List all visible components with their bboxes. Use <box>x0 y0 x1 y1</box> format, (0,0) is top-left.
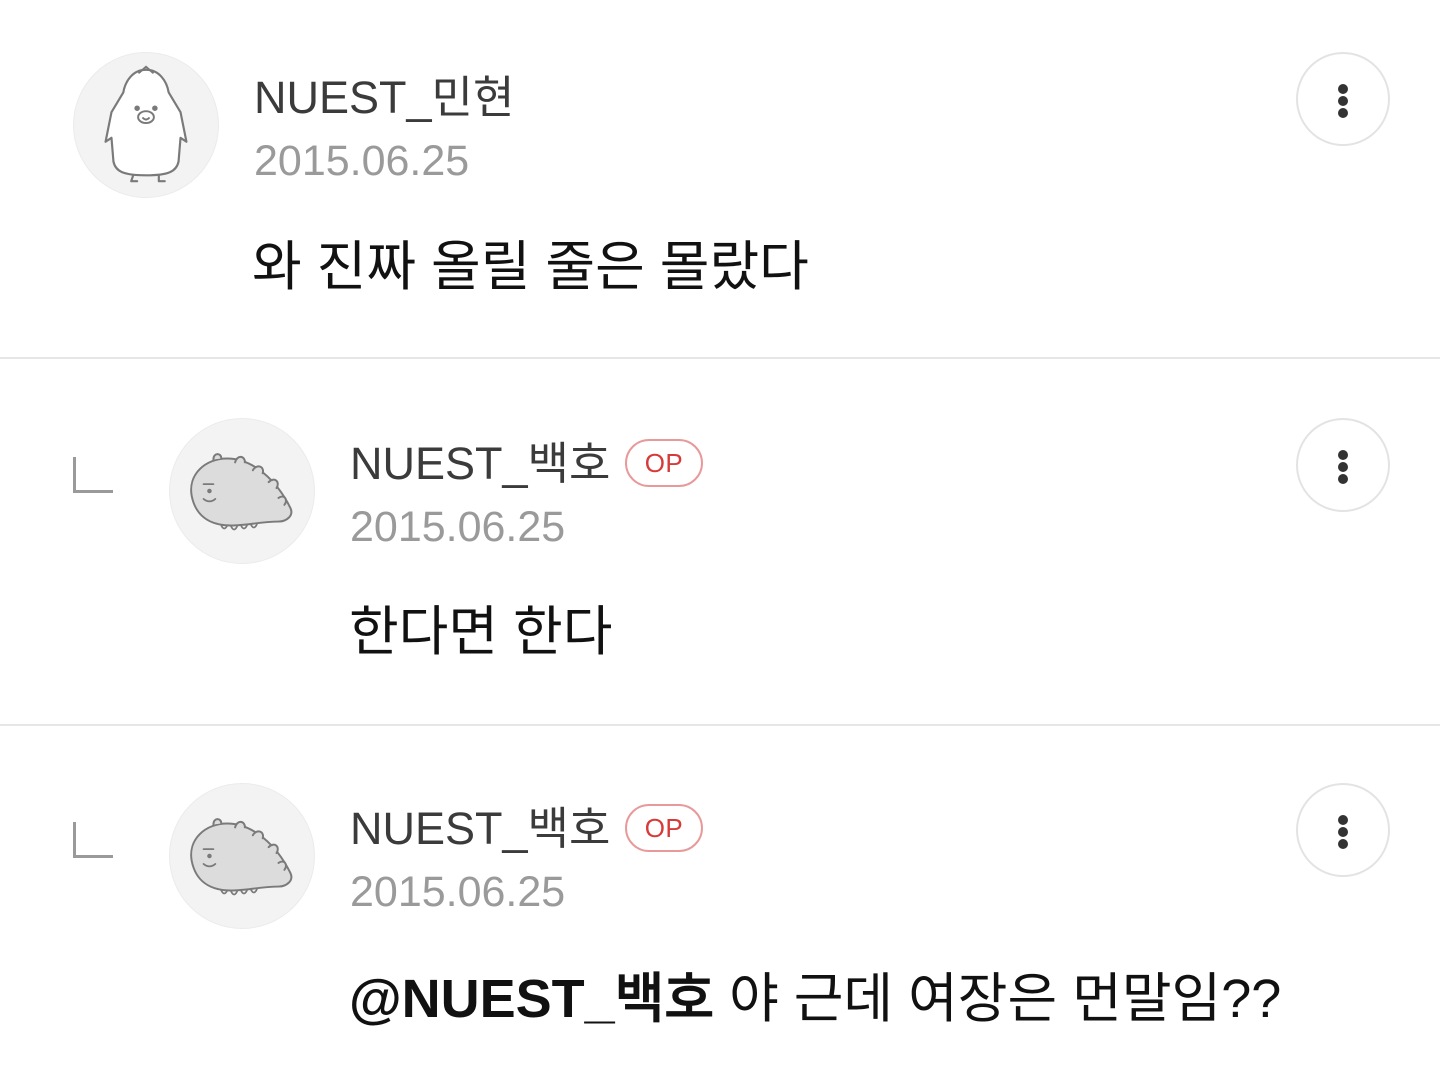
more-options-button[interactable] <box>1296 52 1390 146</box>
op-badge: OP <box>625 804 703 852</box>
avatar[interactable] <box>169 783 315 929</box>
reply-comment-item: NUEST_백호 OP 2015.06.25 @NUEST_백호 야 근데 여장… <box>0 726 1440 1087</box>
comment-text: @NUEST_백호 야 근데 여장은 먼말임?? <box>349 972 1281 1026</box>
penguin-avatar-icon <box>104 65 188 183</box>
comment-body: 와 진짜 올릴 줄은 몰랐다 <box>252 237 809 297</box>
comment-text: 한다면 한다 <box>349 605 612 659</box>
divider <box>0 357 1440 359</box>
comment-date: 2015.06.25 <box>254 137 470 185</box>
username[interactable]: NUEST_백호 <box>350 441 610 486</box>
username[interactable]: NUEST_백호 <box>350 806 610 851</box>
reply-indent-icon <box>73 457 113 493</box>
comment-body: 야 근데 여장은 먼말임?? <box>714 969 1282 1029</box>
reply-indent-icon <box>73 822 113 858</box>
comment-body: 한다면 한다 <box>349 602 613 662</box>
mention-link[interactable]: @NUEST_백호 <box>349 969 714 1029</box>
more-options-button[interactable] <box>1296 418 1390 512</box>
avatar[interactable] <box>73 52 219 198</box>
comment-text: 와 진짜 올릴 줄은 몰랐다 <box>252 240 809 294</box>
comment-item: NUEST_민현 2015.06.25 와 진짜 올릴 줄은 몰랐다 <box>0 0 1440 358</box>
reply-comment-item: NUEST_백호 OP 2015.06.25 한다면 한다 <box>0 360 1440 725</box>
op-badge: OP <box>625 439 703 487</box>
username[interactable]: NUEST_민현 <box>254 75 514 120</box>
more-options-button[interactable] <box>1296 783 1390 877</box>
avatar[interactable] <box>169 418 315 564</box>
dinosaur-avatar-icon <box>190 453 293 531</box>
dinosaur-avatar-icon <box>190 818 293 896</box>
comment-date: 2015.06.25 <box>350 503 566 551</box>
comment-date: 2015.06.25 <box>350 868 566 916</box>
